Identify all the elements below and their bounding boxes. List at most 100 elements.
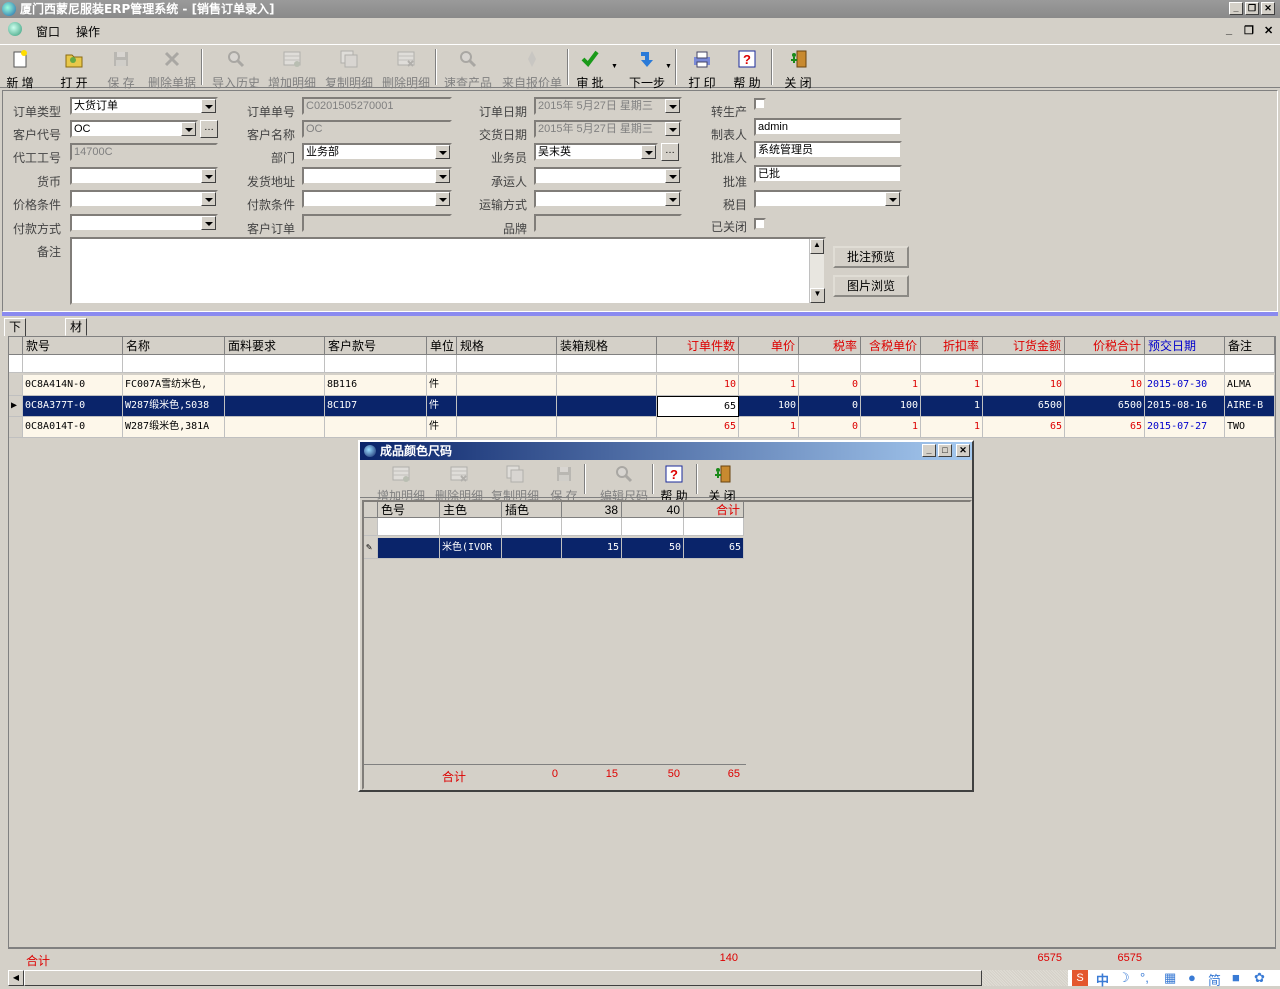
order-type-select[interactable]: 大货订单 [70, 97, 218, 115]
filter-cell[interactable] [861, 355, 921, 373]
grid-cell[interactable]: 65 [657, 417, 739, 438]
filter-cell[interactable] [739, 355, 799, 373]
grid-header-cell[interactable]: 备注 [1225, 337, 1275, 355]
grid-cell[interactable]: W287缎米色,381A [123, 417, 225, 438]
grid-cell[interactable]: AIRE-B [1225, 396, 1275, 417]
image-browse-button[interactable]: 图片浏览 [833, 275, 909, 297]
ime-user-icon[interactable]: ● [1188, 970, 1196, 985]
grid-cell[interactable]: 0 [799, 417, 861, 438]
toolbar-query-button[interactable]: 速查产品 [442, 47, 494, 90]
row-selector[interactable]: ▶ [9, 396, 23, 417]
grid-cell[interactable]: 1 [739, 375, 799, 396]
pay-term-select[interactable] [302, 190, 452, 208]
tab-material[interactable]: 材料指定 [65, 318, 88, 382]
dgrid-cell[interactable]: 65 [684, 538, 744, 559]
grid-cell[interactable]: ALMA [1225, 375, 1275, 396]
grid-cell[interactable]: 8B116 [325, 375, 427, 396]
filter-cell[interactable] [1065, 355, 1145, 373]
grid-cell[interactable] [225, 417, 325, 438]
filter-cell[interactable] [427, 355, 457, 373]
grid-cell[interactable]: 100 [739, 396, 799, 417]
edit-pencil-icon[interactable]: ✎ [364, 538, 378, 559]
grid-cell[interactable]: 1 [739, 417, 799, 438]
ime-moon-icon[interactable]: ☽ [1118, 970, 1130, 986]
approver-field[interactable]: 系统管理员 [754, 141, 902, 159]
menu-operate[interactable]: 操作 [76, 23, 100, 40]
pay-method-select[interactable] [70, 214, 218, 232]
to-production-checkbox[interactable] [754, 98, 766, 110]
toolbar-approve-button[interactable]: 审 批 [568, 47, 612, 90]
grid-cell[interactable]: 2015-08-16 [1145, 396, 1225, 417]
grid-cell[interactable]: 0C8A414N-0 [23, 375, 123, 396]
grid-cell[interactable] [225, 375, 325, 396]
grid-header-cell[interactable]: 税率 [799, 337, 861, 355]
grid-cell[interactable] [557, 375, 657, 396]
ime-toolbar[interactable]: S 中 ☽ °, ▦ ● 简 ■ ✿ [1068, 970, 1280, 988]
grid-cell[interactable]: 10 [1065, 375, 1145, 396]
toolbar-save-button[interactable]: 保 存 [98, 47, 144, 90]
mdi-icon[interactable] [8, 22, 22, 36]
grid-cell[interactable]: 1 [921, 375, 983, 396]
grid-cell[interactable]: 1 [921, 396, 983, 417]
splitter-bar[interactable] [2, 312, 1278, 316]
approve-dropdown-icon[interactable]: ▼ [611, 63, 618, 70]
ime-settings-icon[interactable]: ✿ [1254, 970, 1265, 986]
grid-cell[interactable]: 6500 [983, 396, 1065, 417]
grid-cell[interactable] [557, 396, 657, 417]
row-selector[interactable] [9, 375, 23, 396]
toolbar-deldetail-button[interactable]: 删除明细 [380, 47, 432, 90]
grid-cell[interactable]: 件 [427, 396, 457, 417]
menu-window[interactable]: 窗口 [36, 23, 60, 40]
price-term-select[interactable] [70, 190, 218, 208]
grid-cell[interactable] [225, 396, 325, 417]
grid-cell[interactable]: 65 [983, 417, 1065, 438]
grid-cell[interactable]: 65 [657, 396, 739, 417]
grid-header-cell[interactable]: 订货金额 [983, 337, 1065, 355]
filter-cell[interactable] [983, 355, 1065, 373]
grid-header-cell[interactable]: 单价 [739, 337, 799, 355]
dialog-maximize-button[interactable]: □ [938, 444, 952, 457]
remark-scrollbar[interactable]: ▲ ▼ [809, 239, 825, 303]
dgrid-header-cell[interactable]: 色号 [378, 502, 440, 518]
filter-cell[interactable] [921, 355, 983, 373]
grid-cell[interactable] [457, 375, 557, 396]
approve-status-field[interactable]: 已批 [754, 165, 902, 183]
filter-cell[interactable] [325, 355, 427, 373]
closed-checkbox[interactable] [754, 218, 766, 230]
toolbar-print-button[interactable]: 打 印 [682, 47, 722, 90]
grid-header-cell[interactable]: 款号 [23, 337, 123, 355]
grid-cell[interactable]: 10 [657, 375, 739, 396]
dgrid-header-cell[interactable]: 40 [622, 502, 684, 518]
close-button[interactable]: ✕ [1261, 2, 1275, 15]
dialog-toolbar-button[interactable]: 复制明细 [490, 462, 540, 503]
filter-cell[interactable] [1225, 355, 1275, 373]
grid-header-cell[interactable]: 面料要求 [225, 337, 325, 355]
filter-cell[interactable] [23, 355, 123, 373]
toolbar-copydetail-button[interactable]: 复制明细 [322, 47, 376, 90]
remark-textarea[interactable] [70, 237, 826, 305]
grid-cell[interactable]: FC007A雪纺米色, [123, 375, 225, 396]
currency-select[interactable] [70, 167, 218, 185]
toolbar-close-button[interactable]: 关 闭 [778, 47, 818, 90]
dgrid-cell[interactable]: 米色(IVOR [440, 538, 502, 559]
ship-addr-select[interactable] [302, 167, 452, 185]
dgrid-filter-cell[interactable] [502, 518, 562, 536]
dgrid-filter-cell[interactable] [622, 518, 684, 536]
grid-header-cell[interactable]: 装箱规格 [557, 337, 657, 355]
grid-cell[interactable]: 0C8A377T-0 [23, 396, 123, 417]
dgrid-header-cell[interactable]: 插色 [502, 502, 562, 518]
toolbar-help-button[interactable]: ? 帮 助 [726, 47, 768, 90]
grid-cell[interactable]: 0 [799, 375, 861, 396]
grid-cell[interactable] [557, 417, 657, 438]
grid-cell[interactable]: 6500 [1065, 396, 1145, 417]
note-preview-button[interactable]: 批注预览 [833, 246, 909, 268]
tax-item-select[interactable] [754, 190, 902, 208]
dialog-toolbar-button[interactable]: 关 闭 [704, 462, 740, 503]
dialog-toolbar-button[interactable]: ? 帮 助 [654, 462, 694, 503]
dialog-minimize-button[interactable]: _ [922, 444, 936, 457]
grid-hscrollbar[interactable]: ◀ [8, 970, 1068, 986]
filter-cell[interactable] [657, 355, 739, 373]
toolbar-delete-button[interactable]: 删除单据 [146, 47, 198, 90]
grid-header-cell[interactable]: 名称 [123, 337, 225, 355]
grid-cell[interactable]: 8C1D7 [325, 396, 427, 417]
